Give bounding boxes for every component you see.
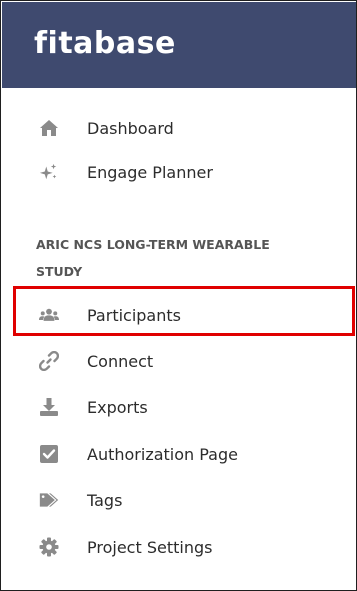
nav-label-dashboard: Dashboard: [87, 118, 174, 138]
nav-item-connect[interactable]: Connect: [2, 339, 356, 383]
sidebar-header: fitabase: [2, 2, 356, 88]
nav-item-dashboard[interactable]: Dashboard: [2, 106, 356, 150]
nav-item-project-settings[interactable]: Project Settings: [2, 525, 356, 569]
study-heading: ARIC NCS LONG-TERM WEARABLE STUDY: [36, 237, 270, 279]
tags-icon: [39, 490, 59, 510]
fitabase-logo[interactable]: fitabase: [34, 26, 176, 62]
nav-label-tags: Tags: [87, 490, 123, 510]
nav-item-participants[interactable]: Participants: [2, 293, 356, 337]
sparkle-icon: [39, 162, 59, 182]
link-icon: [39, 351, 59, 371]
nav-label-exports: Exports: [87, 397, 148, 417]
download-icon: [39, 397, 59, 417]
users-icon: [39, 305, 59, 325]
nav-label-participants: Participants: [87, 305, 181, 325]
nav-label-connect: Connect: [87, 351, 154, 371]
sidebar: fitabase Dashboard Engage Planner ARIC N…: [0, 0, 357, 591]
nav-item-exports[interactable]: Exports: [2, 385, 356, 429]
nav-item-engage-planner[interactable]: Engage Planner: [2, 150, 356, 194]
nav-item-tags[interactable]: Tags: [2, 478, 356, 522]
nav-label-authorization-page: Authorization Page: [87, 444, 238, 464]
nav-item-authorization-page[interactable]: Authorization Page: [2, 432, 356, 476]
home-icon: [39, 118, 59, 138]
gear-icon: [39, 537, 59, 557]
nav-label-project-settings: Project Settings: [87, 537, 213, 557]
nav-label-engage-planner: Engage Planner: [87, 162, 213, 182]
check-square-icon: [39, 444, 59, 464]
